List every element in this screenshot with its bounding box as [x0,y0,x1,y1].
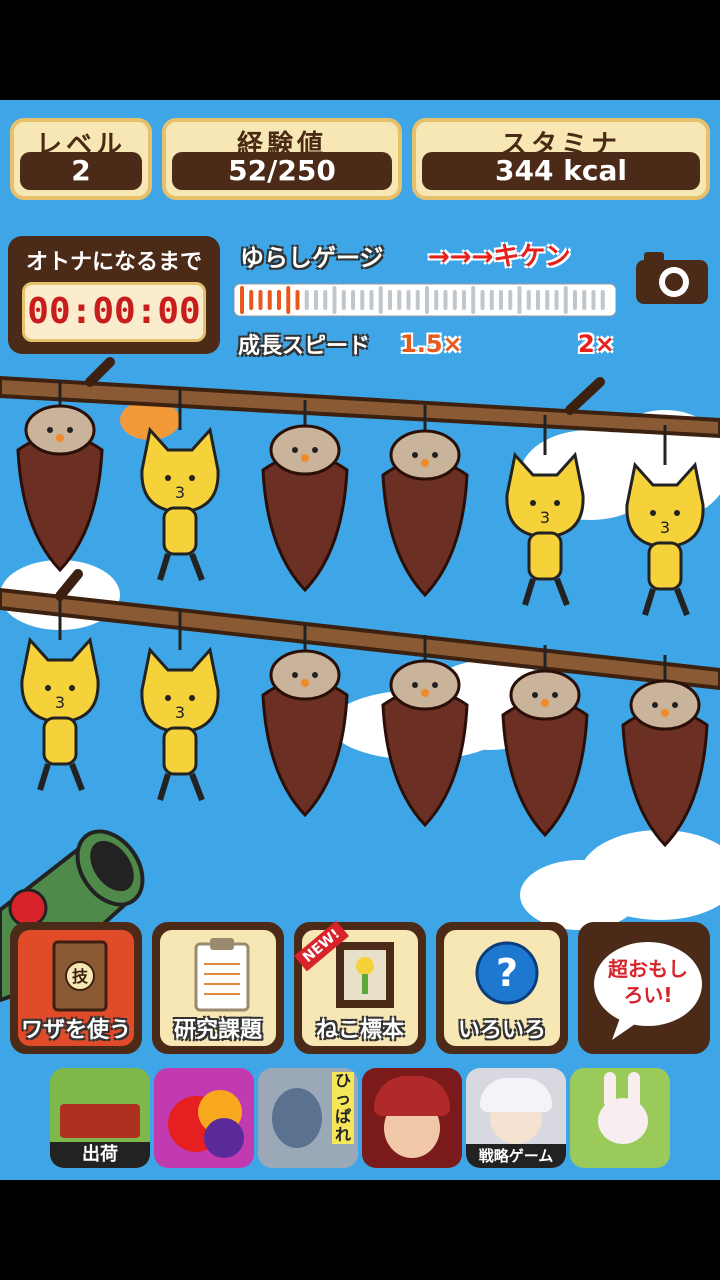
specimen-button[interactable]: NEW! ねこ標本 [294,920,426,1054]
question-icon: ? [475,941,539,1005]
hanging-cat[interactable]: 3 [130,610,230,810]
ad-candy[interactable] [154,1068,254,1168]
ad-bunny[interactable] [570,1068,670,1168]
research-button[interactable]: 研究課題 [152,922,284,1054]
skill-book-icon: 技 [52,940,108,1012]
cocoon-cat[interactable] [10,380,110,580]
game-stage: レベル 2 経験値 52/250 スタミナ 344 kcal オトナになるまで … [0,100,720,1180]
misc-button[interactable]: ? いろいろ [436,922,568,1054]
ad-anime-boy[interactable] [362,1068,462,1168]
svg-text:技: 技 [72,967,89,986]
ad-pull-caption: ひっぱれ [332,1072,354,1144]
research-button-label: 研究課題 [173,1018,262,1043]
svg-text:3: 3 [660,518,670,537]
svg-text:3: 3 [540,508,550,527]
cocoon-cat[interactable] [375,635,475,835]
skill-button[interactable]: 技 ワザを使う [10,922,142,1054]
svg-text:3: 3 [175,703,185,722]
cocoon-cat[interactable] [615,655,715,855]
specimen-button-label: ねこ標本 [315,1018,404,1043]
promo-text: 超おもしろい! [608,957,688,1007]
cocoon-cat[interactable] [495,645,595,845]
ad-pull[interactable]: ひっぱれ [258,1068,358,1168]
hanging-cat[interactable]: 3 [615,425,715,625]
svg-text:?: ? [496,951,518,995]
ad-strategy[interactable]: 戦略ゲーム [466,1068,566,1168]
ad-strategy-caption: 戦略ゲーム [466,1144,566,1168]
hanging-cat[interactable]: 3 [130,390,230,590]
svg-text:3: 3 [55,693,65,712]
hanging-cat[interactable]: 3 [495,415,595,615]
cocoon-cat[interactable] [255,400,355,600]
cocoon-cat[interactable] [255,625,355,825]
cocoon-cat[interactable] [375,405,475,605]
promo-button[interactable]: 超おもしろい! [578,922,710,1054]
misc-button-label: いろいろ [457,1018,546,1043]
ad-farm[interactable]: 出荷 [50,1068,150,1168]
specimen-frame-icon [336,942,394,1008]
skill-button-label: ワザを使う [20,1018,131,1043]
svg-text:3: 3 [175,483,185,502]
ad-farm-caption: 出荷 [50,1142,150,1168]
clipboard-icon [194,938,250,1012]
hanging-cat[interactable]: 3 [10,600,110,800]
